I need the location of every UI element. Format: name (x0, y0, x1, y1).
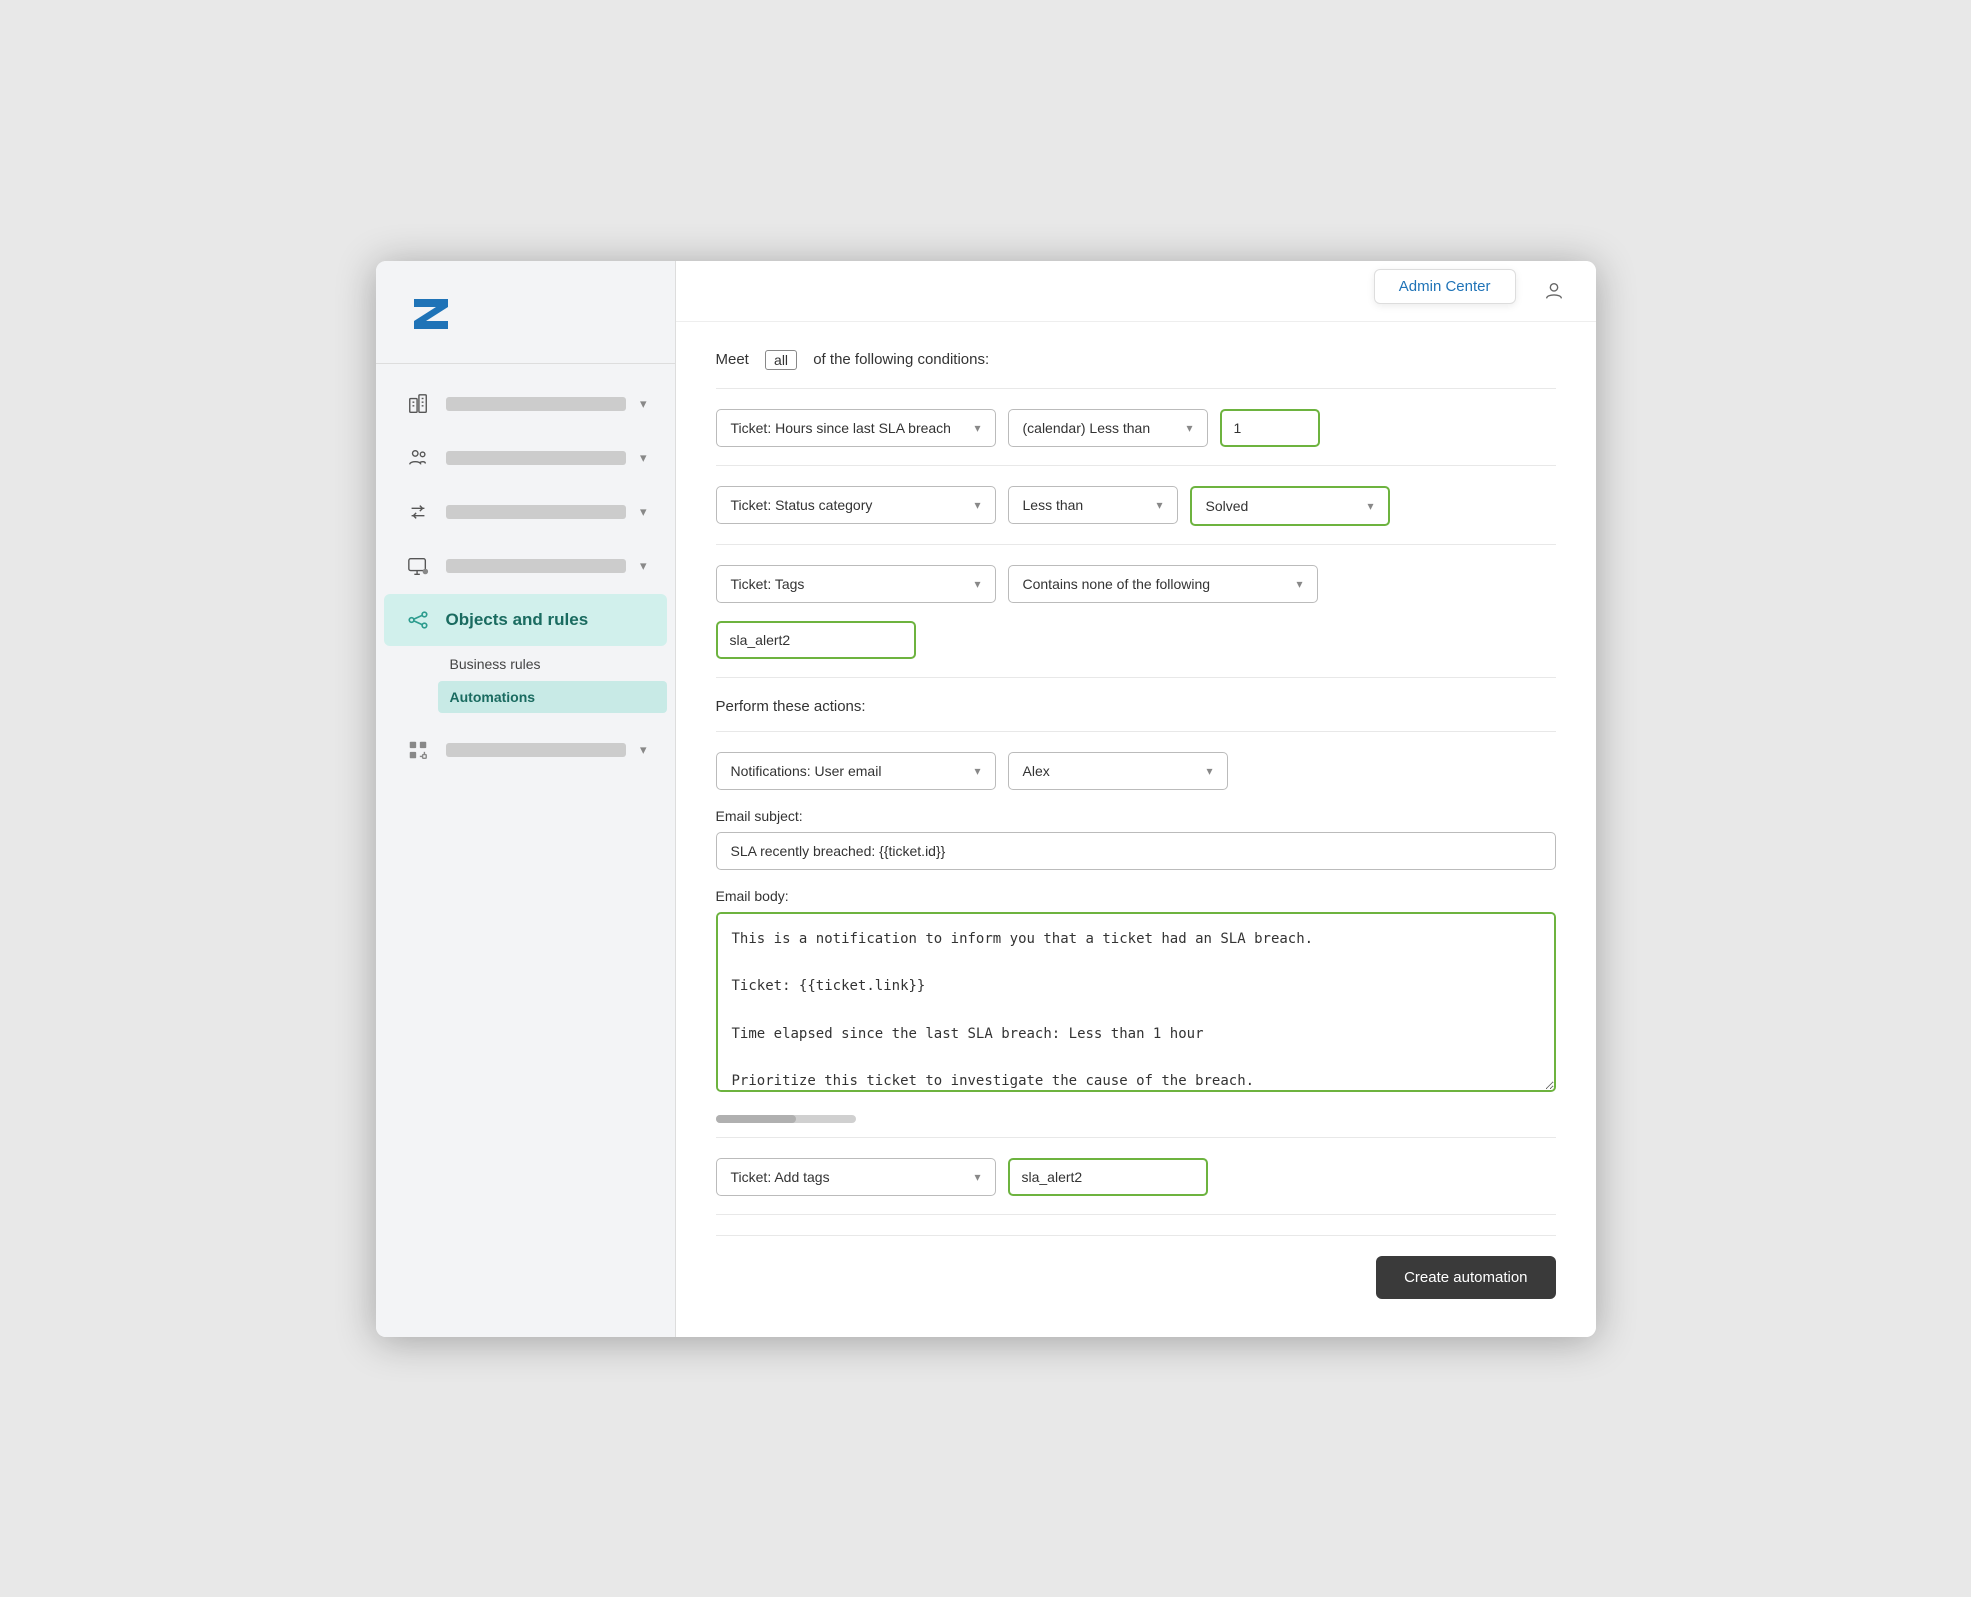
sidebar-item-channels[interactable]: ▾ (384, 486, 667, 538)
chevron-down-icon-c3: ▾ (974, 577, 980, 591)
condition-row-1: Ticket: Hours since last SLA breach ▾ (c… (716, 409, 1556, 447)
divider-1 (716, 388, 1556, 389)
action-addtags-field-select[interactable]: Ticket: Add tags ▾ (716, 1158, 996, 1196)
action-notification-row: Notifications: User email ▾ Alex ▾ (716, 752, 1556, 790)
divider-7 (716, 1214, 1556, 1215)
chevron-down-icon-c3op: ▾ (1296, 577, 1302, 591)
monitor-icon (404, 552, 432, 580)
textarea-scrollbar (716, 1115, 856, 1123)
chevron-down-icon-a1v: ▾ (1206, 764, 1212, 778)
condition-2-operator-select[interactable]: Less than ▾ (1008, 486, 1178, 524)
condition-row-2: Ticket: Status category ▾ Less than ▾ So… (716, 486, 1556, 526)
chevron-down-icon-c2: ▾ (974, 498, 980, 512)
sub-navigation: Business rules Automations (376, 648, 675, 722)
sidebar-item-business-rules[interactable]: Business rules (438, 648, 667, 680)
chevron-down-icon-5: ▾ (640, 742, 647, 758)
condition-3-operator-label: Contains none of the following (1023, 576, 1211, 592)
content-area: Meet all of the following conditions: Ti… (676, 322, 1596, 1337)
condition-1-operator-label: (calendar) Less than (1023, 420, 1151, 436)
chevron-down-icon-c1: ▾ (974, 421, 980, 435)
divider-3 (716, 544, 1556, 545)
divider-4 (716, 677, 1556, 678)
email-subject-input[interactable] (716, 832, 1556, 870)
chevron-down-icon-c2v: ▾ (1367, 499, 1373, 513)
app-window: ▾ ▾ (376, 261, 1596, 1337)
sidebar-item-people[interactable]: ▾ (384, 432, 667, 484)
action-addtags-row: Ticket: Add tags ▾ (716, 1158, 1556, 1196)
chevron-down-icon-a2: ▾ (974, 1170, 980, 1184)
topbar: Admin Center (676, 261, 1596, 322)
zendesk-logo (406, 289, 645, 339)
condition-1-field-select[interactable]: Ticket: Hours since last SLA breach ▾ (716, 409, 996, 447)
sidebar-label-apps (446, 743, 626, 757)
user-icon[interactable] (1536, 273, 1572, 309)
condition-1-field-label: Ticket: Hours since last SLA breach (731, 420, 951, 436)
email-subject-label: Email subject: (716, 808, 1556, 824)
sidebar-item-automations[interactable]: Automations (438, 681, 667, 713)
action-notification-recipient-label: Alex (1023, 763, 1050, 779)
conditions-header-post: of the following conditions: (813, 351, 989, 368)
action-addtags-field-label: Ticket: Add tags (731, 1169, 830, 1185)
divider-2 (716, 465, 1556, 466)
action-addtags-value-input[interactable] (1008, 1158, 1208, 1196)
chevron-down-icon: ▾ (640, 396, 647, 412)
condition-2-operator-label: Less than (1023, 497, 1084, 513)
email-body-textarea[interactable]: This is a notification to inform you tha… (716, 912, 1556, 1092)
divider-6 (716, 1137, 1556, 1138)
textarea-scrollbar-thumb (716, 1115, 796, 1123)
apps-icon (404, 736, 432, 764)
meet-text: Meet (716, 351, 749, 368)
sidebar-item-objects-rules[interactable]: Objects and rules (384, 594, 667, 646)
email-subject-group: Email subject: (716, 808, 1556, 870)
action-notification-recipient-select[interactable]: Alex ▾ (1008, 752, 1228, 790)
sidebar-navigation: ▾ ▾ (376, 364, 675, 1337)
arrows-icon (404, 498, 432, 526)
condition-3-tags-input[interactable] (716, 621, 916, 659)
condition-1-operator-select[interactable]: (calendar) Less than ▾ (1008, 409, 1208, 447)
condition-3-tags-row (716, 621, 1556, 659)
chevron-down-icon-c2op: ▾ (1156, 498, 1162, 512)
people-icon (404, 444, 432, 472)
sidebar-label-objects-rules: Objects and rules (446, 610, 647, 630)
sidebar-item-apps[interactable]: ▾ (384, 724, 667, 776)
chevron-down-icon-4: ▾ (640, 558, 647, 574)
condition-2-value-select[interactable]: Solved ▾ (1190, 486, 1390, 526)
sidebar-label-people (446, 451, 626, 465)
actions-header: Perform these actions: (716, 698, 1556, 715)
divider-5 (716, 731, 1556, 732)
sidebar-item-workspace[interactable]: ▾ (384, 540, 667, 592)
condition-2-field-select[interactable]: Ticket: Status category ▾ (716, 486, 996, 524)
footer-row: Create automation (716, 1235, 1556, 1309)
chevron-down-icon-2: ▾ (640, 450, 647, 466)
sidebar: ▾ ▾ (376, 261, 676, 1337)
conditions-header: Meet all of the following conditions: (716, 350, 1556, 370)
email-body-group: Email body: This is a notification to in… (716, 888, 1556, 1097)
logo-area (376, 261, 675, 364)
chevron-down-icon-3: ▾ (640, 504, 647, 520)
admin-center-button[interactable]: Admin Center (1374, 269, 1516, 304)
condition-3-field-label: Ticket: Tags (731, 576, 805, 592)
chevron-down-icon-a1: ▾ (974, 764, 980, 778)
create-automation-button[interactable]: Create automation (1376, 1256, 1555, 1299)
chevron-down-icon-c1op: ▾ (1186, 421, 1192, 435)
condition-1-value-input[interactable] (1220, 409, 1320, 447)
all-badge: all (765, 350, 797, 370)
action-notification-type-select[interactable]: Notifications: User email ▾ (716, 752, 996, 790)
sidebar-item-buildings[interactable]: ▾ (384, 378, 667, 430)
condition-3-operator-select[interactable]: Contains none of the following ▾ (1008, 565, 1318, 603)
sidebar-label-channels (446, 505, 626, 519)
action-notification-type-label: Notifications: User email (731, 763, 882, 779)
condition-row-3: Ticket: Tags ▾ Contains none of the foll… (716, 565, 1556, 603)
sidebar-label-workspace (446, 559, 626, 573)
condition-2-field-label: Ticket: Status category (731, 497, 873, 513)
objects-rules-icon (404, 606, 432, 634)
email-body-label: Email body: (716, 888, 1556, 904)
condition-3-field-select[interactable]: Ticket: Tags ▾ (716, 565, 996, 603)
sidebar-label-buildings (446, 397, 626, 411)
buildings-icon (404, 390, 432, 418)
condition-2-value-label: Solved (1206, 498, 1249, 514)
main-content: Admin Center Meet all of the following c… (676, 261, 1596, 1337)
